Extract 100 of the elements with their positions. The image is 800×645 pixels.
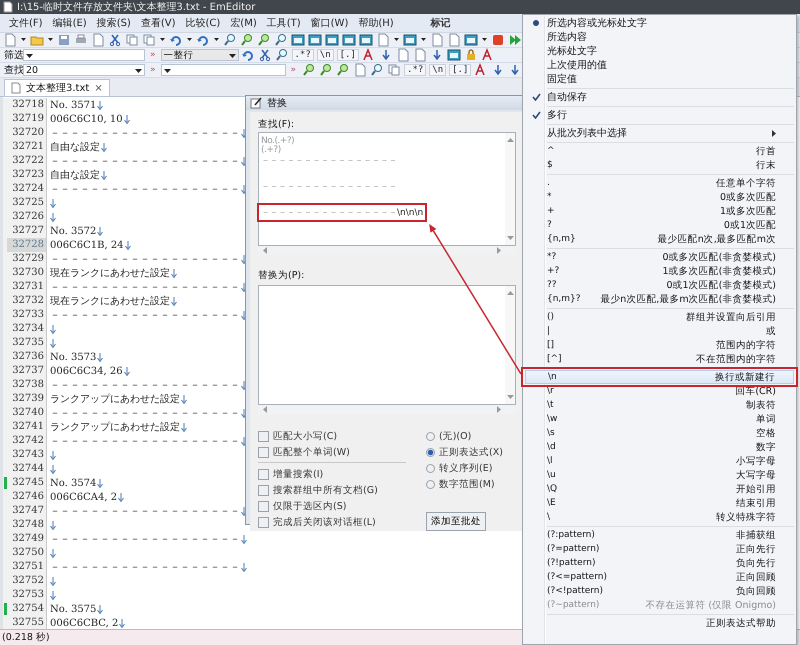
- menu-item[interactable]: 光标处文字: [525, 44, 794, 58]
- menu-item[interactable]: [] 范围内的字符: [525, 338, 794, 352]
- scroll-left-arrow-icon[interactable]: [262, 247, 267, 254]
- magnifier-icon[interactable]: [257, 33, 271, 47]
- menu-item[interactable]: (?!pattern) 负向先行: [525, 556, 794, 570]
- scissors-icon[interactable]: [258, 48, 272, 62]
- menu-item[interactable]: {n,m} 最少匹配n次,最多匹配m次: [525, 232, 794, 246]
- scroll-down-arrow-icon[interactable]: [506, 395, 514, 400]
- window-icon[interactable]: [342, 33, 356, 47]
- radio-button[interactable]: [426, 432, 435, 440]
- scroll-up-arrow-icon[interactable]: [506, 137, 514, 142]
- menu-item[interactable]: \w 单词: [525, 412, 794, 426]
- find-text-area[interactable]: No.(.+?) (.+?) －－－－－－－－－－－－－－－－ －－－－－－－－－－－－－－－－ －－－－－－－－－－－－－－－－\n\n\n: [258, 132, 516, 246]
- menu-item[interactable]: {n,m}? 最少n次匹配,最多m次匹配(非贪婪模式): [525, 292, 794, 306]
- toolbar-button[interactable]: [.]: [449, 64, 472, 76]
- menu-item[interactable]: (?<!pattern) 负向回顾: [525, 584, 794, 598]
- magnifier-icon[interactable]: [274, 33, 288, 47]
- menu-item[interactable]: ?? 0或1次匹配(非贪婪模式): [525, 278, 794, 292]
- menu-item[interactable]: 正则表达式帮助: [525, 616, 794, 630]
- menu-item[interactable]: 上次使用的值: [525, 58, 794, 72]
- menu-item[interactable]: 所选内容: [525, 30, 794, 44]
- menu-item[interactable]: (?:pattern) 非捕获组: [525, 528, 794, 542]
- magnifier-icon[interactable]: [240, 33, 254, 47]
- find-combo[interactable]: 20: [23, 64, 145, 76]
- menu-item[interactable]: \u 大写字母: [525, 468, 794, 482]
- menu-item[interactable]: ? 0或1次匹配: [525, 218, 794, 232]
- curved-arrow-icon[interactable]: [240, 48, 255, 62]
- magnifier-icon[interactable]: [336, 63, 350, 77]
- radio-button[interactable]: [426, 480, 435, 488]
- menu-item[interactable]: \t 制表符: [525, 398, 794, 412]
- menu-item[interactable]: | 或: [525, 324, 794, 338]
- menu-item[interactable]: 帮助(H): [353, 16, 399, 30]
- menu-item[interactable]: * 0或多次匹配: [525, 190, 794, 204]
- toolbar-button[interactable]: [.]: [336, 49, 359, 61]
- radio-button[interactable]: [426, 464, 435, 472]
- menu-item[interactable]: \Q 开始引用: [525, 482, 794, 496]
- menu-item[interactable]: 查看(V): [136, 16, 180, 30]
- mode-dropdown[interactable]: 一整行: [160, 49, 239, 61]
- scroll-up-arrow-icon[interactable]: [506, 290, 514, 295]
- magnifier-icon[interactable]: [319, 63, 334, 77]
- document-tab[interactable]: 文本整理3.txt ×: [4, 79, 110, 96]
- checkbox[interactable]: [258, 430, 269, 442]
- menu-item[interactable]: 自动保存: [525, 90, 794, 104]
- menu-item[interactable]: 文件(F): [4, 16, 48, 30]
- magnifier-icon[interactable]: [302, 63, 316, 77]
- menu-item[interactable]: 编辑(E): [48, 16, 92, 30]
- toolbar-button[interactable]: \n: [429, 64, 446, 76]
- magnifier-icon[interactable]: [223, 33, 237, 47]
- stop-icon[interactable]: [491, 33, 505, 47]
- menu-item[interactable]: \ 转义特殊字符: [525, 510, 794, 524]
- curved-arrow-icon[interactable]: [169, 33, 183, 47]
- replace-text-area[interactable]: [258, 285, 516, 405]
- window-icon[interactable]: [291, 33, 305, 47]
- copy-icon[interactable]: [125, 33, 139, 47]
- menu-item[interactable]: \l 小写字母: [525, 454, 794, 468]
- toolbar-button[interactable]: .*?: [404, 64, 426, 76]
- menu-item[interactable]: \n 换行或新建行: [525, 370, 794, 384]
- toolbar-button[interactable]: \n: [316, 49, 334, 61]
- menu-item[interactable]: *? 0或多次匹配(非贪婪模式): [525, 250, 794, 264]
- menu-item[interactable]: (?=pattern) 正向先行: [525, 542, 794, 556]
- radio-button[interactable]: [426, 448, 435, 456]
- menu-item[interactable]: \d 数字: [525, 440, 794, 454]
- menu-item[interactable]: 比较(C): [180, 16, 226, 30]
- checkbox[interactable]: [258, 468, 269, 480]
- close-button[interactable]: ×: [94, 82, 103, 94]
- menu-item[interactable]: [^] 不在范围内的字符: [525, 352, 794, 366]
- menu-item[interactable]: . 任意单个字符: [525, 176, 794, 190]
- menu-item[interactable]: (?<=pattern) 正向回顾: [525, 570, 794, 584]
- menu-item[interactable]: 标记: [426, 16, 455, 30]
- scroll-down-arrow-icon[interactable]: [506, 236, 514, 241]
- toolbar-button[interactable]: .*?: [292, 49, 314, 61]
- menu-item[interactable]: $ 行末: [525, 158, 794, 172]
- window-icon[interactable]: [308, 33, 322, 47]
- scroll-right-arrow-icon[interactable]: [497, 247, 502, 254]
- menu-item[interactable]: 工具(T): [262, 16, 306, 30]
- window-icon[interactable]: [359, 33, 373, 47]
- add-to-batch-button[interactable]: 添加至批处: [426, 512, 486, 531]
- copy-icon[interactable]: [387, 63, 402, 77]
- menu-item[interactable]: 从批次列表中选择: [525, 126, 794, 140]
- checkbox[interactable]: [258, 484, 269, 496]
- checkbox[interactable]: [258, 516, 269, 528]
- menu-item[interactable]: () 群组并设置向后引用: [525, 310, 794, 324]
- menu-item[interactable]: 搜索(S): [92, 16, 136, 30]
- menu-item[interactable]: ^ 行首: [525, 144, 794, 158]
- curved-arrow-icon[interactable]: [196, 33, 210, 47]
- menu-item[interactable]: \E 结束引用: [525, 496, 794, 510]
- magnifier-icon[interactable]: [370, 63, 384, 77]
- menu-item[interactable]: 多行: [525, 108, 794, 122]
- menu-item[interactable]: + 1或多次匹配: [525, 204, 794, 218]
- window-icon[interactable]: [403, 33, 417, 47]
- checkbox[interactable]: [258, 500, 269, 512]
- menu-item[interactable]: 所选内容或光标处文字: [525, 16, 794, 30]
- menu-item[interactable]: \s 空格: [525, 426, 794, 440]
- magnifier-icon[interactable]: [274, 48, 289, 62]
- scroll-left-arrow-icon[interactable]: [262, 406, 267, 413]
- checkbox[interactable]: [258, 446, 269, 458]
- scissors-icon[interactable]: [108, 33, 122, 47]
- menu-item[interactable]: 宏(M): [225, 16, 262, 30]
- window-icon[interactable]: [325, 33, 339, 47]
- scroll-right-arrow-icon[interactable]: [497, 406, 502, 413]
